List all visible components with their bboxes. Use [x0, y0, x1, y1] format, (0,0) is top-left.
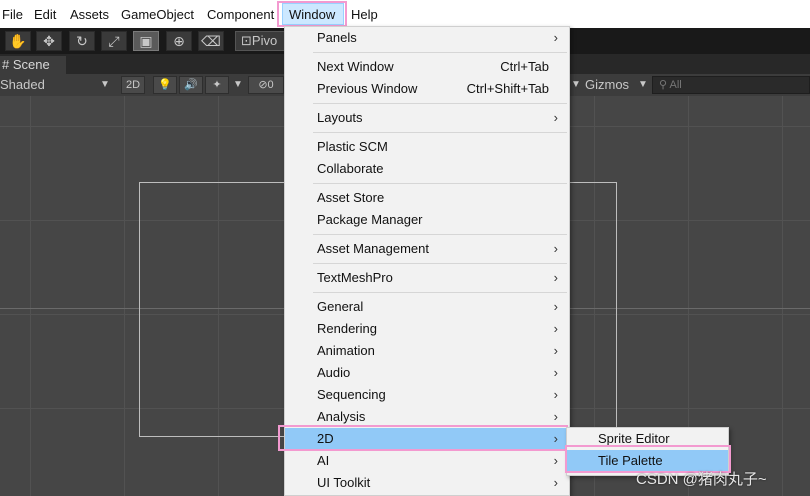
menu-item-label: Animation [317, 343, 375, 358]
menu-separator [313, 263, 567, 264]
menu-item-plastic-scm[interactable]: Plastic SCM [285, 136, 569, 158]
menu-item-audio[interactable]: Audio › [285, 362, 569, 384]
menu-item-label: Asset Management [317, 241, 430, 256]
grid-icon: # [2, 57, 10, 72]
menu-separator [313, 234, 567, 235]
shading-mode-dropdown[interactable]: Shaded [0, 75, 45, 95]
chevron-right-icon: › [553, 299, 558, 314]
chevron-right-icon: › [553, 453, 558, 468]
menu-item-next-window[interactable]: Next Window Ctrl+Tab [285, 56, 569, 78]
chevron-right-icon: › [553, 241, 558, 256]
chevron-right-icon: › [553, 475, 558, 490]
watermark: CSDN @猪肉丸子~ [636, 471, 767, 488]
menu-item-label: Layouts [317, 110, 363, 125]
hidden-objects-toggle[interactable]: ⊘0 [248, 76, 284, 94]
menu-edit[interactable]: Edit [34, 7, 56, 23]
move-tool-icon[interactable]: ✥ [36, 31, 62, 51]
menu-item-general[interactable]: General › [285, 296, 569, 318]
menu-item-label: Asset Store [317, 190, 385, 205]
search-placeholder: All [669, 79, 682, 91]
menu-item-asset-management[interactable]: Asset Management › [285, 238, 569, 260]
menu-item-sequencing[interactable]: Sequencing › [285, 384, 569, 406]
menu-item-ui-toolkit[interactable]: UI Toolkit › [285, 472, 569, 494]
chevron-down-icon: ▼ [100, 79, 110, 90]
menu-item-label: Panels [317, 30, 357, 45]
menu-item-ai[interactable]: AI › [285, 450, 569, 472]
chevron-right-icon: › [553, 110, 558, 125]
chevron-right-icon: › [553, 365, 558, 380]
menu-item-shortcut: Ctrl+Shift+Tab [466, 81, 549, 96]
menu-item-label: UI Toolkit [317, 475, 371, 490]
hand-tool-icon[interactable]: ✋ [5, 31, 31, 51]
menu-item-label: Next Window [317, 59, 394, 74]
menu-file[interactable]: File [2, 7, 23, 23]
menu-gameobject[interactable]: GameObject [121, 7, 194, 23]
menu-help[interactable]: Help [351, 7, 378, 23]
menu-item-label: Plastic SCM [317, 139, 388, 154]
mode-2d-toggle[interactable]: 2D [121, 76, 145, 94]
menu-separator [313, 183, 567, 184]
menu-separator [313, 52, 567, 53]
effects-icon[interactable]: ✦ [205, 76, 229, 94]
hidden-count: 0 [267, 79, 274, 91]
menu-item-collaborate[interactable]: Collaborate [285, 158, 569, 180]
pivot-toggle-button[interactable]: ⊡Pivo [235, 31, 290, 51]
tab-scene-label: Scene [12, 57, 50, 72]
effects-chevron-down-icon[interactable]: ▼ [233, 75, 243, 95]
chevron-right-icon: › [553, 321, 558, 336]
gizmos-dropdown[interactable]: Gizmos [585, 75, 629, 95]
audio-icon[interactable]: 🔊 [179, 76, 203, 94]
rotate-tool-icon[interactable]: ↻ [69, 31, 95, 51]
menu-component[interactable]: Component [207, 7, 274, 23]
menu-item-label: Collaborate [317, 161, 384, 176]
menu-item-label: Rendering [317, 321, 377, 336]
tab-scene[interactable]: # Scene [0, 56, 66, 74]
chevron-right-icon: › [553, 387, 558, 402]
menu-separator [313, 132, 567, 133]
lighting-icon[interactable]: 💡 [153, 76, 177, 94]
menu-item-textmeshpro[interactable]: TextMeshPro › [285, 267, 569, 289]
menu-item-label: AI [317, 453, 330, 468]
menu-item-animation[interactable]: Animation › [285, 340, 569, 362]
menu-item-shortcut: Ctrl+Tab [500, 59, 549, 74]
menu-item-label: Sequencing [317, 387, 386, 402]
menu-item-panels[interactable]: Panels › [285, 27, 569, 49]
gizmos-chevron-down-icon[interactable]: ▼ [638, 75, 648, 95]
rect-tool-icon[interactable]: ▣ [133, 31, 159, 51]
scale-tool-icon[interactable]: ⤢ [101, 31, 127, 51]
menu-separator [313, 292, 567, 293]
menu-item-label: Previous Window [317, 81, 418, 96]
chevron-right-icon: › [553, 343, 558, 358]
pivot-label: Pivo [251, 33, 278, 48]
menu-item-asset-store[interactable]: Asset Store [285, 187, 569, 209]
chevron-right-icon: › [553, 30, 558, 45]
eye-hidden-icon: ⊘ [258, 79, 268, 91]
scene-search-input[interactable]: ⚲ All [652, 76, 810, 94]
menu-item-label: Package Manager [317, 212, 423, 227]
chevron-right-icon: › [553, 270, 558, 285]
transform-tool-icon[interactable]: ⊕ [166, 31, 192, 51]
tools-chevron-down-icon[interactable]: ▼ [571, 75, 581, 95]
menu-item-label: Audio [317, 365, 351, 380]
menu-item-label: General [317, 299, 364, 314]
menu-item-package-manager[interactable]: Package Manager [285, 209, 569, 231]
search-icon: ⚲ [659, 79, 668, 91]
pivot-icon: ⊡ [241, 33, 252, 48]
menu-item-label: TextMeshPro [317, 270, 393, 285]
menu-assets[interactable]: Assets [70, 7, 109, 23]
menu-item-2d-annotation-outline [278, 425, 568, 451]
menu-window[interactable]: Window [289, 7, 335, 23]
eraser-tool-icon[interactable]: ⌫ [198, 31, 224, 51]
menubar: File Edit Assets GameObject Component Wi… [0, 0, 810, 28]
menu-item-previous-window[interactable]: Previous Window Ctrl+Shift+Tab [285, 78, 569, 100]
menu-item-rendering[interactable]: Rendering › [285, 318, 569, 340]
menu-separator [313, 103, 567, 104]
menu-item-layouts[interactable]: Layouts › [285, 107, 569, 129]
